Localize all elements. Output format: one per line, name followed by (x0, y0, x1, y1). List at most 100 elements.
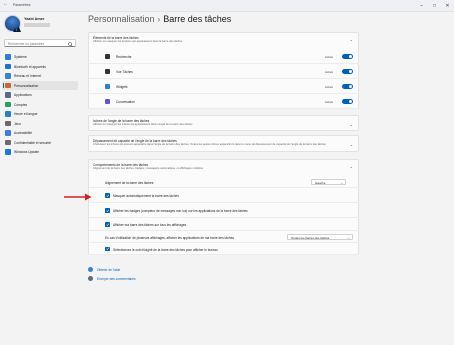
alignment-label: Alignement de la barre des tâches (105, 180, 154, 185)
section-taskbar-items[interactable]: Éléments de la barre des tâches Afficher… (88, 32, 359, 49)
sidebar-item[interactable]: Comptes (2, 100, 78, 110)
toggle-switch[interactable] (342, 84, 353, 89)
sidebar-item-label: Personnalisation (14, 83, 39, 88)
breadcrumb-parent[interactable]: Personnalisation (88, 14, 155, 24)
breadcrumb-chevron-icon: › (157, 15, 161, 24)
multi-display-row: En cas d'utilisation de plusieurs affich… (88, 231, 359, 243)
checkmark-icon (105, 223, 109, 226)
checkbox-label: Afficher les badges (compteur de message… (113, 208, 248, 213)
multi-display-value: Toutes les barres des tâches (291, 236, 330, 241)
toggle-switch[interactable] (342, 99, 353, 104)
sidebar-item-label: Confidentialité et sécurité (14, 140, 52, 145)
title-bar: ← Paramètres – □ ✕ (0, 0, 454, 12)
taskbar-item-label: Recherche (116, 54, 132, 59)
sidebar-item-icon (5, 73, 11, 79)
check-row: Masquer automatiquement la barre des tâc… (88, 188, 359, 203)
sidebar-item-icon (5, 92, 11, 98)
chevron-up-icon: ⌃ (349, 39, 353, 44)
sidebar-item[interactable]: Applications (2, 90, 78, 100)
close-icon[interactable]: ✕ (441, 0, 454, 12)
check-row: Sélectionnez le coin éloigné de la barre… (88, 243, 359, 255)
section-desc: Choisissez les icônes qui peuvent appara… (93, 143, 326, 146)
alignment-dropdown[interactable]: Gauche ⌄ (311, 178, 346, 185)
sidebar-item-label: Jeux (14, 121, 21, 126)
sidebar-item-icon (5, 130, 11, 136)
toggle-state-label: Activé (324, 55, 333, 59)
taskbar-item-icon (105, 69, 110, 74)
section-taskbar-behaviors[interactable]: Comportements de la barre des tâches Ali… (88, 159, 359, 176)
page-title: Barre des tâches (163, 14, 232, 24)
section-corner-icons[interactable]: Icônes de l'angle de la barre des tâches… (88, 115, 359, 131)
taskbar-item-icon (105, 84, 110, 89)
alignment-row: Alignement de la barre des tâches Gauche… (88, 176, 359, 188)
taskbar-item-label: Conversation (116, 99, 135, 104)
help-link[interactable]: Obtenir de l'aide (88, 266, 208, 274)
toggle-switch[interactable] (342, 69, 353, 74)
multi-display-dropdown[interactable]: Toutes les barres des tâches ⌄ (287, 233, 353, 241)
back-arrow-icon[interactable]: ← (3, 1, 8, 7)
taskbar-item-label: Vue Tâches (116, 69, 133, 74)
taskbar-item-row: Vue Tâches Activé (88, 64, 359, 79)
chevron-down-icon: ⌄ (340, 180, 343, 185)
feedback-link[interactable]: Envoyer des commentaires (88, 275, 208, 283)
sidebar-item[interactable]: Personnalisation (2, 80, 78, 90)
checkbox[interactable] (105, 222, 110, 227)
search-input[interactable]: Rechercher un paramètre (4, 39, 76, 47)
help-icon (88, 267, 93, 272)
sidebar-item[interactable]: Heure et langue (2, 109, 78, 119)
chevron-down-icon: ⌄ (349, 122, 353, 127)
sidebar-item-label: Windows Update (14, 150, 39, 154)
section-corner-overflow[interactable]: Dépassement de capacité de l'angle de la… (88, 135, 359, 152)
feedback-link-text: Envoyer des commentaires (97, 277, 136, 281)
sidebar-item[interactable]: Réseau et Internet (2, 71, 78, 81)
sidebar-item-icon (5, 120, 11, 126)
chevron-up-icon: ⌃ (349, 166, 353, 171)
sidebar-item[interactable]: Confidentialité et sécurité (2, 138, 78, 148)
section-desc: Alignement de la barre des tâches, badge… (93, 167, 204, 170)
sidebar-item-icon (5, 101, 11, 107)
window-title: Paramètres (13, 3, 31, 7)
check-row: Afficher les badges (compteur de message… (88, 203, 359, 218)
sidebar-item[interactable]: Windows Update (2, 147, 78, 157)
taskbar-item-icon (105, 54, 110, 59)
checkbox[interactable] (105, 193, 110, 198)
sidebar-item-label: Bluetooth et appareils (14, 64, 46, 69)
checkmark-icon (105, 209, 109, 212)
toggle-switch[interactable] (342, 54, 353, 59)
section-desc: Afficher ou masquer les boutons qui appa… (93, 40, 183, 43)
selection-indicator (2, 83, 4, 88)
avatar[interactable] (4, 15, 21, 32)
chevron-down-icon: ⌄ (347, 235, 350, 240)
checkbox-label: Afficher ma barre des tâches sur tous le… (113, 222, 187, 227)
toggle-state-label: Activé (324, 70, 333, 74)
taskbar-item-icon (105, 99, 110, 104)
sidebar-item[interactable]: Jeux (2, 119, 78, 129)
minimize-icon[interactable]: – (415, 0, 428, 12)
toggle-state-label: Activé (324, 85, 333, 89)
sidebar-item-icon (5, 111, 11, 117)
sidebar-item-icon (5, 139, 11, 145)
sidebar-nav: Système Bluetooth et appareils Réseau et I… (2, 52, 78, 157)
taskbar-item-row: Recherche Activé (88, 49, 359, 64)
sidebar-item[interactable]: Système (2, 52, 78, 62)
search-icon (68, 41, 73, 47)
sidebar-item-label: Applications (14, 93, 32, 97)
user-name: Yazid Amer (24, 17, 45, 21)
sidebar-item[interactable]: Accessibilité (2, 128, 78, 138)
sidebar-item-label: Comptes (14, 102, 28, 107)
search-placeholder: Rechercher un paramètre (8, 42, 45, 46)
sidebar-item-label: Heure et langue (14, 112, 38, 116)
avatar-tree-icon (13, 26, 21, 32)
sidebar-item-label: Système (14, 55, 27, 59)
sidebar-item[interactable]: Bluetooth et appareils (2, 62, 78, 72)
desktop-corner-label: Sélectionnez le coin éloigné de la barre… (113, 247, 218, 252)
taskbar-item-label: Widgets (116, 84, 128, 89)
sidebar-item-label: Accessibilité (14, 131, 33, 135)
maximize-icon[interactable]: □ (428, 0, 441, 12)
breadcrumb: Personnalisation › Barre des tâches (88, 14, 231, 24)
checkbox[interactable] (105, 208, 110, 213)
desktop-corner-checkbox[interactable] (105, 246, 110, 252)
sidebar-item-label: Réseau et Internet (14, 74, 42, 78)
section-desc: Afficher ou masquer les icônes qui appar… (93, 123, 193, 126)
sidebar-item-icon (5, 149, 11, 155)
